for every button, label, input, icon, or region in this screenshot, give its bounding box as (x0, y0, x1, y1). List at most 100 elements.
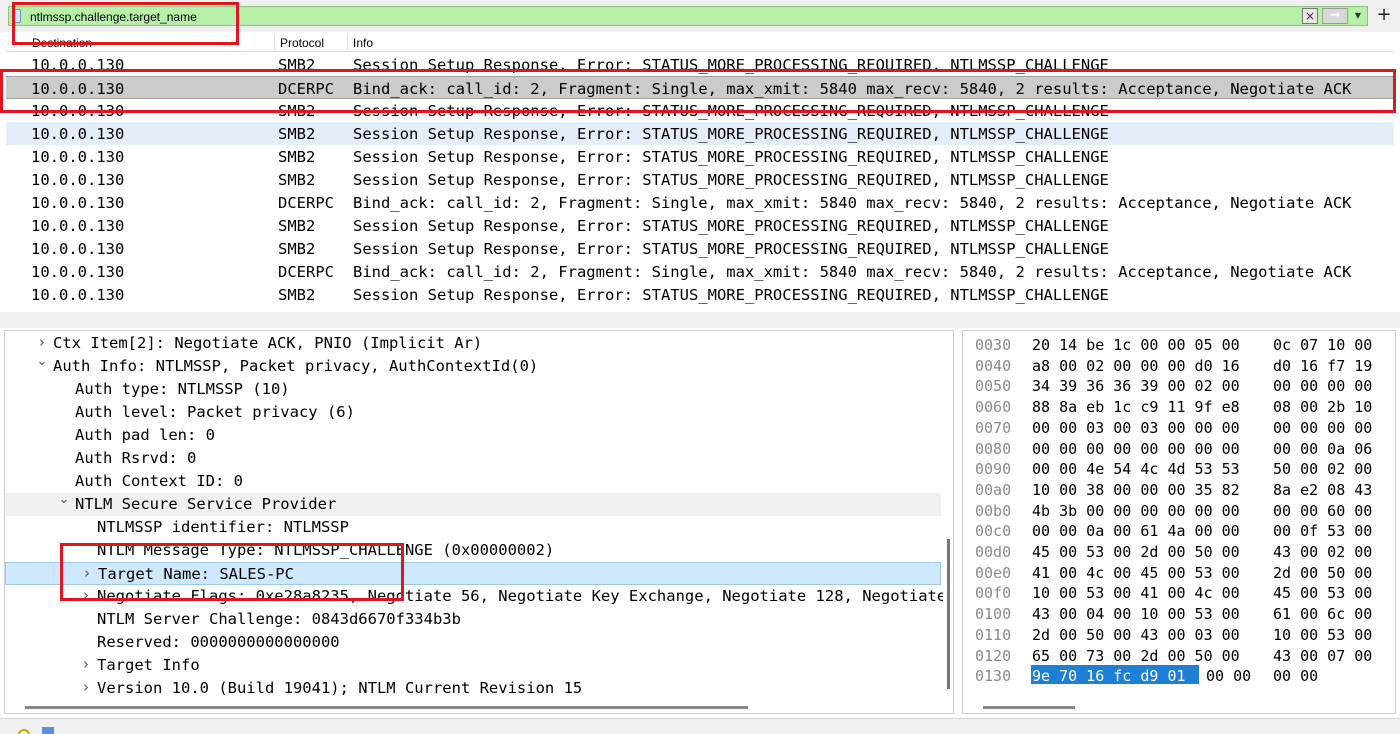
hex-row[interactable]: 0060 88 8a eb 1c c9 11 9f e8 08 00 2b 10 (963, 395, 1393, 416)
chevron-down-icon[interactable]: ▼ (1351, 9, 1365, 23)
packet-row[interactable]: 10.0.0.130 SMB2 Session Setup Response, Er… (6, 237, 1394, 260)
detail-tree-item[interactable]: Auth pad len: 0 (5, 424, 941, 447)
arrow-right-icon[interactable]: ➞ (1322, 8, 1348, 24)
column-header-info[interactable]: Info (353, 36, 373, 50)
hex-row[interactable]: 00f0 10 00 53 00 41 00 4c 00 45 00 53 00 (963, 581, 1393, 602)
capture-comment-icon[interactable] (42, 727, 54, 734)
detail-tree-item[interactable]: Auth type: NTLMSSP (10) (5, 378, 941, 401)
detail-tree-item[interactable]: › Target Info (5, 654, 941, 677)
collapse-chevron-icon[interactable]: › (79, 678, 93, 696)
packet-row[interactable]: 10.0.0.130 SMB2 Session Setup Response, Er… (6, 145, 1394, 168)
hex-offset: 0090 (975, 460, 1012, 479)
packet-row[interactable]: 10.0.0.130 DCERPC Bind_ack: call_id: 2, Fr… (6, 191, 1394, 214)
packet-row[interactable]: 10.0.0.130 SMB2 Session Setup Response, Er… (6, 214, 1394, 237)
detail-tree-label: NTLMSSP identifier: NTLMSSP (97, 518, 349, 536)
detail-tree-item[interactable]: Auth Rsrvd: 0 (5, 447, 941, 470)
detail-tree-item[interactable]: NTLM Server Challenge: 0843d6670f334b3b (5, 608, 941, 631)
expand-chevron-icon[interactable]: ⌄ (35, 354, 49, 369)
collapse-chevron-icon[interactable]: › (35, 333, 49, 351)
packet-details-pane: › Ctx Item[2]: Negotiate ACK, PNIO (Impli… (4, 330, 954, 714)
hex-bytes: 43 00 04 00 10 00 53 00 (1032, 605, 1240, 624)
hex-bytes: 45 00 53 00 2d 00 50 00 (1032, 543, 1240, 561)
column-separator[interactable] (347, 34, 348, 50)
column-header-destination[interactable]: Destination (32, 36, 92, 50)
details-vertical-scrollbar[interactable] (943, 331, 953, 691)
hex-row[interactable]: 0080 00 00 00 00 00 00 00 00 00 00 0a 06 (963, 437, 1393, 458)
packet-row[interactable]: 10.0.0.130 SMB2 Session Setup Response, Er… (6, 283, 1394, 306)
detail-tree-label: Version 10.0 (Build 19041); NTLM Current… (97, 679, 583, 697)
detail-tree-item[interactable]: Auth level: Packet privacy (6) (5, 401, 941, 424)
display-filter-input[interactable] (8, 6, 1368, 26)
packet-info: Bind_ack: call_id: 2, Fragment: Single, … (353, 263, 1352, 281)
packet-bytes-pane: 0030 20 14 be 1c 00 00 05 00 0c 07 10 00 00… (962, 330, 1396, 714)
hex-row[interactable]: 00b0 4b 3b 00 00 00 00 00 00 00 00 60 00 (963, 499, 1393, 520)
collapse-chevron-icon[interactable]: › (80, 564, 94, 582)
packet-destination: 10.0.0.130 (31, 102, 125, 120)
details-horizontal-scrollbar[interactable] (5, 703, 953, 713)
detail-tree-item[interactable]: NTLMSSP identifier: NTLMSSP (5, 516, 941, 539)
hex-bytes-highlighted: 9e 70 16 fc d9 01 (1032, 667, 1186, 686)
detail-tree-item[interactable]: NTLM Message Type: NTLMSSP_CHALLENGE (0x… (5, 539, 941, 562)
expert-info-icon[interactable] (18, 729, 30, 734)
packet-info: Session Setup Response, Error: STATUS_MO… (353, 171, 1109, 189)
detail-tree-item[interactable]: › Negotiate Flags: 0xe28a8235, Negotiate … (5, 585, 953, 608)
plus-icon[interactable]: + (1375, 4, 1393, 26)
hex-offset: 00d0 (975, 543, 1012, 561)
detail-tree-item[interactable]: › Ctx Item[2]: Negotiate ACK, PNIO (Impli… (5, 332, 941, 355)
display-filter-toolbar: ntlmssp.challenge.target_name × ➞ ▼ + (0, 0, 1400, 32)
detail-tree-item[interactable]: Reserved: 0000000000000000 (5, 631, 941, 654)
hex-row[interactable]: 0110 2d 00 50 00 43 00 03 00 10 00 53 00 (963, 623, 1393, 644)
hex-row[interactable]: 0030 20 14 be 1c 00 00 05 00 0c 07 10 00 (963, 333, 1393, 354)
detail-tree-item[interactable]: ⌄ NTLM Secure Service Provider (5, 492, 941, 516)
x-clear-icon[interactable]: × (1302, 8, 1318, 24)
packet-row[interactable]: 10.0.0.130 SMB2 Session Setup Response, Er… (6, 122, 1394, 145)
packet-destination: 10.0.0.130 (31, 148, 125, 166)
hex-offset: 00a0 (975, 480, 1012, 499)
hex-bytes: 00 0f 53 00 (1273, 522, 1373, 541)
hex-row[interactable]: 0040 a8 00 02 00 00 00 d0 16 d0 16 f7 19 (963, 354, 1393, 375)
details-vertical-scroll-thumb[interactable] (947, 539, 950, 689)
hex-offset: 0100 (975, 605, 1012, 624)
collapse-chevron-icon[interactable]: › (79, 586, 93, 604)
packet-destination: 10.0.0.130 (31, 194, 125, 212)
filter-bookmark-icon[interactable] (12, 9, 21, 23)
packet-row[interactable]: 10.0.0.130 SMB2 Session Setup Response, Er… (6, 168, 1394, 191)
display-filter-text[interactable]: ntlmssp.challenge.target_name (30, 10, 197, 24)
hex-bytes: 50 00 02 00 (1273, 460, 1373, 479)
packet-row[interactable]: 10.0.0.130 SMB2 Session Setup Response, Er… (6, 53, 1394, 76)
detail-tree-item[interactable]: Auth Context ID: 0 (5, 470, 941, 493)
hex-bytes: 10 00 53 00 41 00 4c 00 (1032, 584, 1240, 603)
details-horizontal-scroll-thumb[interactable] (25, 706, 748, 709)
hex-row[interactable]: 0100 43 00 04 00 10 00 53 00 61 00 6c 00 (963, 602, 1393, 623)
hex-row[interactable]: 00c0 00 00 0a 00 61 4a 00 00 00 0f 53 00 (963, 519, 1393, 540)
hex-row[interactable]: 0090 00 00 4e 54 4c 4d 53 53 50 00 02 00 (963, 457, 1393, 478)
packet-row[interactable]: 10.0.0.130 SMB2 Session Setup Response, Er… (6, 99, 1394, 122)
packet-protocol: SMB2 (278, 56, 316, 74)
hex-row[interactable]: 0070 00 00 03 00 03 00 00 00 00 00 00 00 (963, 416, 1393, 437)
hex-bytes: 00 00 0a 00 61 4a 00 00 (1032, 522, 1240, 541)
packet-details-tree: › Ctx Item[2]: Negotiate ACK, PNIO (Impli… (5, 332, 953, 700)
expand-chevron-icon[interactable]: ⌄ (57, 492, 71, 507)
column-header-protocol[interactable]: Protocol (280, 36, 324, 50)
packet-destination: 10.0.0.130 (31, 80, 125, 98)
packet-protocol: SMB2 (278, 217, 316, 235)
hex-row[interactable]: 0130 9e 70 16 fc d9 01 00 00 00 00 (963, 664, 1393, 685)
hex-row[interactable]: 00e0 41 00 4c 00 45 00 53 00 2d 00 50 00 (963, 561, 1393, 582)
packet-rows: 10.0.0.130 SMB2 Session Setup Response, Er… (6, 53, 1394, 306)
detail-tree-item[interactable]: ⌄ Auth Info: NTLMSSP, Packet privacy, Aut… (5, 354, 941, 378)
packet-row[interactable]: 10.0.0.130 DCERPC Bind_ack: call_id: 2, Fr… (6, 260, 1394, 283)
hex-row[interactable]: 0050 34 39 36 36 39 00 02 00 00 00 00 00 (963, 374, 1393, 395)
collapse-chevron-icon[interactable]: › (79, 655, 93, 673)
hex-row[interactable]: 00d0 45 00 53 00 2d 00 50 00 43 00 02 00 (963, 540, 1393, 561)
detail-tree-item[interactable]: › Target Name: SALES-PC (5, 562, 941, 585)
packet-protocol: DCERPC (278, 263, 334, 281)
hex-row[interactable]: 00a0 10 00 38 00 00 00 35 82 8a e2 08 43 (963, 478, 1393, 499)
hex-row[interactable]: 0120 65 00 73 00 2d 00 50 00 43 00 07 00 (963, 644, 1393, 665)
detail-tree-label: Auth level: Packet privacy (6) (75, 403, 355, 421)
bytes-horizontal-scrollbar[interactable] (963, 703, 1395, 713)
bytes-horizontal-scroll-thumb[interactable] (983, 706, 1075, 709)
pane-splitter[interactable] (0, 312, 1400, 328)
detail-tree-item[interactable]: › Version 10.0 (Build 19041); NTLM Curren… (5, 677, 941, 700)
packet-row[interactable]: 10.0.0.130 DCERPC Bind_ack: call_id: 2, Fr… (6, 76, 1394, 99)
column-separator[interactable] (274, 34, 275, 50)
